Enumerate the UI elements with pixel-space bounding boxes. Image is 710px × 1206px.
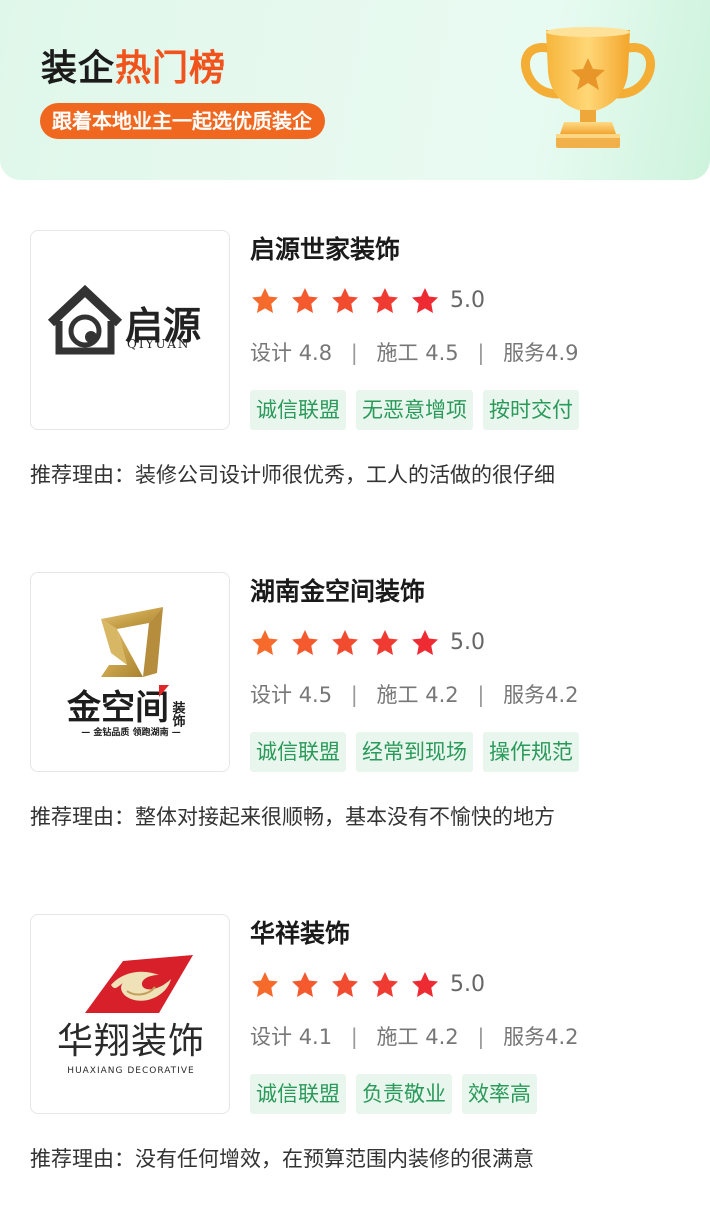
service-score: 4.9 [545,341,579,365]
sub-scores: 设计 4.1 | 施工 4.2 | 服务4.2 [250,1020,579,1054]
star-rating: 5.0 [250,284,485,318]
service-score: 4.2 [545,683,579,707]
rating-score: 5.0 [450,972,485,997]
company-logo[interactable]: 华翔装饰 HUAXIANG DECORATIVE [30,914,230,1114]
tag: 经常到现场 [356,732,473,772]
build-label: 施工 [376,341,419,365]
tag: 效率高 [462,1074,537,1114]
company-logo[interactable]: 金空间 装饰 — 金钻品质 领跑湖南 — [30,572,230,772]
design-label: 设计 [250,1025,292,1049]
recommend-reason: 推荐理由：装修公司设计师很优秀，工人的活做的很仔细 [30,463,555,487]
design-score: 4.1 [298,1025,333,1049]
star-icon [370,628,400,658]
divider: | [477,341,485,365]
star-icon [330,628,360,658]
design-label: 设计 [250,683,292,707]
company-name[interactable]: 湖南金空间装饰 [250,574,425,610]
build-label: 施工 [376,1025,419,1049]
star-icon [290,628,320,658]
star-icon [330,286,360,316]
tag: 无恶意增项 [356,390,473,430]
trophy-icon [520,27,656,148]
logo-sub-text: HUAXIANG DECORATIVE [67,1066,194,1076]
build-score: 4.2 [425,1025,459,1049]
jinkongjian-logo: 金空间 装饰 — 金钻品质 领跑湖南 — [66,607,187,738]
divider: | [477,683,485,707]
company-name[interactable]: 启源世家装饰 [250,232,400,268]
company-name[interactable]: 华祥装饰 [250,916,350,952]
build-score: 4.5 [425,341,459,365]
page-title: 装企热门榜 [41,46,226,92]
tag: 诚信联盟 [250,390,346,430]
service-score: 4.2 [545,1025,579,1049]
design-score: 4.8 [298,341,333,365]
title-part1: 装企 [41,48,116,89]
tag: 按时交付 [483,390,579,430]
service-label: 服务 [503,341,546,365]
star-rating: 5.0 [250,626,485,660]
logo-sub-text: QIYUAN [127,337,190,351]
star-icon [410,286,440,316]
design-score: 4.5 [298,683,333,707]
rating-score: 5.0 [450,630,485,655]
logo-sub-text: — 金钻品质 领跑湖南 — [81,726,180,738]
design-label: 设计 [250,341,292,365]
logo-main-text: 华翔装饰 [57,1021,205,1062]
star-icon [250,286,280,316]
star-icon [290,286,320,316]
sub-scores: 设计 4.5 | 施工 4.2 | 服务4.2 [250,678,579,712]
tag-list: 诚信联盟 无恶意增项 按时交付 [250,390,589,430]
star-icon [290,970,320,1000]
star-rating: 5.0 [250,968,485,1002]
company-logo[interactable]: 启源 QIYUAN [30,230,230,430]
tag: 负责敬业 [356,1074,452,1114]
star-icon [410,970,440,1000]
star-icon [250,970,280,1000]
recommend-reason: 推荐理由：没有任何增效，在预算范围内装修的很满意 [30,1147,534,1171]
tag: 操作规范 [483,732,579,772]
logo-side-text: 装饰 [170,700,187,728]
star-icon [250,628,280,658]
ranking-header: 装企热门榜 跟着本地业主一起选优质装企 [0,0,710,180]
logo-main-text: 金空间 [66,688,169,728]
rating-score: 5.0 [450,288,485,313]
build-score: 4.2 [425,683,459,707]
divider: | [350,1025,358,1049]
recommend-reason: 推荐理由：整体对接起来很顺畅，基本没有不愉快的地方 [30,805,555,829]
star-icon [370,970,400,1000]
huaxiang-logo: 华翔装饰 HUAXIANG DECORATIVE [57,955,205,1076]
service-label: 服务 [503,683,546,707]
star-icon [410,628,440,658]
tag-list: 诚信联盟 经常到现场 操作规范 [250,732,589,772]
service-label: 服务 [503,1025,546,1049]
title-part2: 热门榜 [115,48,227,89]
divider: | [477,1025,485,1049]
star-icon [370,286,400,316]
subtitle-badge: 跟着本地业主一起选优质装企 [40,103,325,139]
divider: | [350,341,358,365]
tag: 诚信联盟 [250,732,346,772]
build-label: 施工 [376,683,419,707]
star-icon [330,970,360,1000]
divider: | [350,683,358,707]
qiyuan-logo: 启源 QIYUAN [47,284,201,355]
tag-list: 诚信联盟 负责敬业 效率高 [250,1074,547,1114]
sub-scores: 设计 4.8 | 施工 4.5 | 服务4.9 [250,336,579,370]
tag: 诚信联盟 [250,1074,346,1114]
